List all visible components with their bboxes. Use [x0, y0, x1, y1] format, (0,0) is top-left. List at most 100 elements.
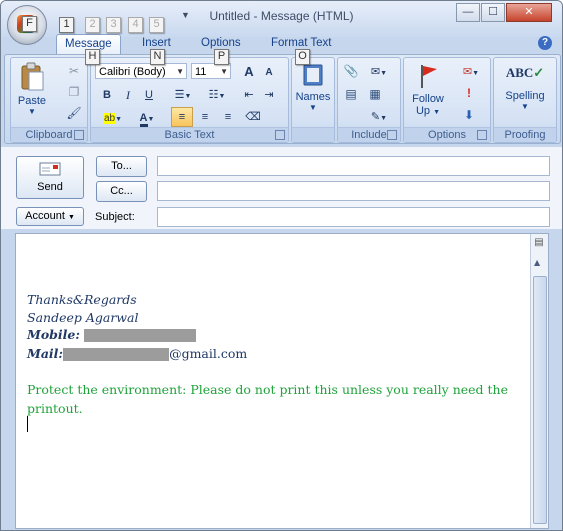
bold-button[interactable]: B: [97, 85, 117, 105]
keytip-qat-1: 1: [59, 17, 74, 33]
attach-file-icon[interactable]: 📎: [342, 62, 360, 80]
attach-item-dropdown-icon[interactable]: ▼: [380, 70, 387, 77]
send-button[interactable]: Send: [16, 156, 84, 199]
account-label: Account: [25, 210, 65, 222]
permission-button[interactable]: ✉▼: [454, 62, 488, 82]
clipboard-launcher-icon[interactable]: [74, 130, 84, 140]
keytip-message: H: [85, 49, 100, 65]
scrollbar-thumb[interactable]: [533, 276, 547, 524]
ruler-toggle-icon[interactable]: ▤: [533, 237, 545, 251]
bullets-dropdown-icon[interactable]: ▼: [184, 93, 191, 100]
maximize-button[interactable]: ☐: [481, 3, 505, 22]
tab-format-text[interactable]: Format Text: [271, 37, 332, 49]
to-field[interactable]: [157, 156, 550, 176]
font-name-combo[interactable]: Calibri (Body) ▼: [95, 63, 187, 79]
paste-dropdown-icon[interactable]: ▼: [13, 107, 51, 116]
checkmark-icon: ✓: [533, 65, 545, 80]
highlight-dropdown-icon[interactable]: ▼: [115, 116, 122, 123]
font-size-combo[interactable]: 11 ▼: [191, 63, 231, 79]
follow-up-label-2: Up ▼: [415, 105, 441, 117]
numbering-button[interactable]: ☷▼: [201, 85, 233, 105]
align-left-icon[interactable]: ≡: [171, 107, 193, 127]
copy-icon[interactable]: ❐: [65, 83, 83, 101]
keytip-qat-4: 4: [128, 17, 143, 33]
align-right-icon[interactable]: ≡: [217, 107, 239, 127]
shrink-font-button[interactable]: A: [259, 63, 279, 83]
keytip-options: P: [214, 49, 229, 65]
address-book-icon: [303, 64, 323, 86]
spelling-dropdown-icon[interactable]: ▼: [498, 102, 552, 111]
spelling-abc-icon: ABC✓: [505, 65, 545, 80]
mobile-redacted: [83, 329, 196, 342]
clear-formatting-icon[interactable]: ⌫: [241, 107, 265, 127]
high-importance-icon[interactable]: !: [460, 84, 478, 102]
names-dropdown-icon[interactable]: ▼: [294, 103, 332, 112]
names-group-label: [292, 127, 334, 142]
format-painter-icon[interactable]: 🖌: [65, 104, 83, 122]
subject-field[interactable]: [157, 207, 550, 227]
font-name-dropdown-icon[interactable]: ▼: [176, 64, 184, 80]
vertical-scrollbar[interactable]: ▤ ▲: [530, 234, 548, 528]
subject-label: Subject:: [95, 211, 135, 223]
group-names: Names ▼: [291, 57, 335, 143]
minimize-button[interactable]: —: [456, 3, 480, 22]
tab-options[interactable]: Options: [201, 37, 241, 49]
options-launcher-icon[interactable]: [477, 130, 487, 140]
qat-customize-icon[interactable]: ▼: [181, 10, 190, 20]
highlight-button[interactable]: ab▼: [97, 108, 129, 128]
bullets-button[interactable]: ☰▼: [167, 85, 199, 105]
close-button[interactable]: ✕: [506, 3, 552, 22]
scroll-up-icon[interactable]: ▲: [534, 258, 540, 267]
to-button[interactable]: To...: [96, 156, 147, 177]
account-button[interactable]: Account ▼: [16, 207, 84, 226]
include-launcher-icon[interactable]: [387, 130, 397, 140]
message-window: Untitled - Message (HTML) ▼ — ☐ ✕ F 1 2 …: [0, 0, 563, 531]
names-button[interactable]: Names ▼: [294, 62, 332, 122]
attach-item-button[interactable]: ✉▼: [362, 62, 396, 82]
cut-icon[interactable]: ✂: [65, 62, 83, 80]
send-label: Send: [37, 181, 63, 193]
account-dropdown-icon: ▼: [67, 214, 75, 221]
keytip-qat-3: 3: [106, 17, 121, 33]
help-icon[interactable]: ?: [538, 36, 552, 50]
text-caret: [27, 416, 28, 432]
calendar-icon[interactable]: ▦: [366, 85, 384, 103]
permission-icon: ✉: [462, 66, 473, 78]
message-body[interactable]: Thanks&Regards Sandeep Agarwal Mobile: M…: [15, 233, 549, 529]
increase-indent-icon[interactable]: ⇥: [259, 85, 279, 105]
font-size-dropdown-icon[interactable]: ▼: [220, 64, 228, 80]
follow-up-button[interactable]: Follow Up ▼: [406, 62, 450, 124]
spelling-button[interactable]: ABC✓ Spelling ▼: [498, 62, 552, 124]
font-color-dropdown-icon[interactable]: ▼: [148, 116, 155, 123]
italic-button[interactable]: I: [118, 85, 138, 105]
mail-domain: @gmail.com: [169, 346, 248, 361]
basic-text-launcher-icon[interactable]: [275, 130, 285, 140]
highlight-icon: ab: [103, 113, 116, 124]
paste-button[interactable]: Paste ▼: [13, 62, 51, 122]
proofing-group-label: Proofing: [494, 127, 556, 142]
group-proofing: ABC✓ Spelling ▼ Proofing: [493, 57, 557, 143]
cc-field[interactable]: [157, 181, 550, 201]
follow-up-dropdown-icon[interactable]: ▼: [433, 109, 440, 116]
ribbon: Paste ▼ ✂ ❐ 🖌 Clipboard Calibri (Body) ▼…: [4, 54, 561, 144]
low-importance-icon[interactable]: ⬇: [460, 106, 478, 124]
group-clipboard: Paste ▼ ✂ ❐ 🖌 Clipboard: [10, 57, 88, 143]
decrease-indent-icon[interactable]: ⇤: [239, 85, 259, 105]
cc-button[interactable]: Cc...: [96, 181, 147, 202]
follow-up-label-1: Follow: [412, 93, 444, 105]
keytip-format-text: O: [295, 49, 310, 65]
align-center-icon[interactable]: ≡: [194, 107, 216, 127]
permission-dropdown-icon[interactable]: ▼: [472, 70, 479, 77]
tab-insert[interactable]: Insert: [142, 37, 171, 49]
numbering-dropdown-icon[interactable]: ▼: [218, 93, 225, 100]
keytip-insert: N: [150, 49, 165, 65]
paste-icon: [21, 62, 44, 91]
font-color-button[interactable]: A▼: [131, 108, 163, 128]
font-name-value: Calibri (Body): [99, 66, 166, 78]
business-card-icon[interactable]: ▤: [342, 85, 360, 103]
underline-button[interactable]: U: [139, 85, 159, 105]
sign-off-text: Thanks&Regards: [27, 292, 137, 307]
grow-font-button[interactable]: A: [239, 62, 259, 82]
signature-button[interactable]: ✎▼: [362, 107, 396, 127]
signature-dropdown-icon[interactable]: ▼: [380, 115, 387, 122]
